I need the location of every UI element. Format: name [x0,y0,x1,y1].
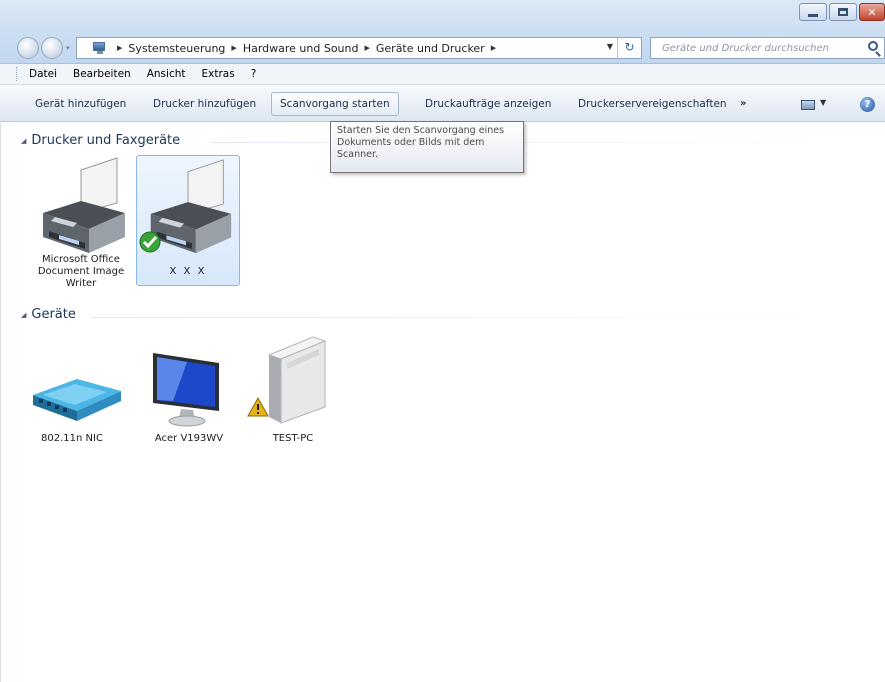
start-scan-button[interactable]: Scanvorgang starten [271,92,399,116]
device-label: TEST-PC [272,433,314,444]
menu-bearbeiten[interactable]: Bearbeiten [70,66,134,82]
maximize-button[interactable] [829,3,857,21]
help-icon[interactable]: ? [860,97,875,112]
print-server-properties-button[interactable]: Druckerservereigenschaften [569,92,736,116]
breadcrumb-item-hardware-und-sound[interactable]: Hardware und Sound [243,42,359,55]
collapse-triangle-icon[interactable]: ◢ [21,311,26,319]
group-header-devices[interactable]: ◢ Geräte [21,307,76,322]
menu-bar: Datei Bearbeiten Ansicht Extras ? [0,64,885,85]
device-list: ◢ Drucker und Faxgeräte Microsoft Office… [0,123,885,682]
menu-datei[interactable]: Datei [26,66,60,82]
menu-extras[interactable]: Extras [199,66,238,82]
search-icon[interactable] [868,41,878,51]
menu-grip [16,67,18,81]
menu-help[interactable]: ? [248,66,260,82]
network-adapter-icon [33,379,121,421]
breadcrumb-arrow-icon[interactable]: ▶ [231,44,236,52]
refresh-icon: ↻ [624,40,635,54]
group-header-printers[interactable]: ◢ Drucker und Faxgeräte [21,133,180,148]
command-bar: Gerät hinzufügen Drucker hinzufügen Scan… [0,86,885,122]
device-label: 802.11n NIC [41,433,103,444]
title-bar: ✕ ▾ ▶ Systemsteuerung ▶ Hardware und Sou… [0,0,885,64]
minimize-icon [808,13,818,17]
control-panel-icon [91,41,111,55]
recent-pages-dropdown[interactable]: ▾ [66,44,70,52]
close-icon: ✕ [867,5,877,19]
breadcrumb-item-geraete-und-drucker[interactable]: Geräte und Drucker [376,42,485,55]
device-item-802-11n-nic[interactable]: 802.11n NIC [17,365,127,445]
close-button[interactable]: ✕ [859,3,885,21]
group-divider [211,142,881,143]
add-printer-button[interactable]: Drucker hinzufügen [144,92,265,116]
forward-button[interactable] [41,37,63,59]
breadcrumb: ▶ Systemsteuerung ▶ Hardware und Sound ▶… [111,42,502,55]
search-input[interactable] [662,42,862,54]
menu-ansicht[interactable]: Ansicht [144,66,189,82]
breadcrumb-arrow-icon[interactable]: ▶ [117,44,122,52]
scan-tooltip: Starten Sie den Scanvorgang eines Dokume… [330,121,524,173]
breadcrumb-arrow-icon[interactable]: ▶ [364,44,369,52]
monitor-icon [153,353,219,427]
device-label: Microsoft Office Document Image Writer [37,254,125,289]
default-printer-check-icon [139,231,161,253]
breadcrumb-item-systemsteuerung[interactable]: Systemsteuerung [128,42,225,55]
device-label: X X X [169,266,207,277]
device-item-ms-office-writer[interactable]: Microsoft Office Document Image Writer [29,155,133,305]
minimize-button[interactable] [799,3,827,21]
device-item-test-pc[interactable]: TEST-PC [241,333,345,448]
device-label: Acer V193WV [154,433,224,444]
device-item-acer-v193wv[interactable]: Acer V193WV [137,347,241,447]
refresh-button[interactable]: ↻ [617,38,641,58]
search-box[interactable] [650,37,885,59]
window-controls: ✕ [797,3,885,21]
breadcrumb-arrow-icon[interactable]: ▶ [491,44,496,52]
device-item-xxx-printer[interactable]: X X X [136,155,240,286]
view-options-dropdown[interactable]: ▼ [820,98,826,107]
back-button[interactable] [17,37,39,59]
maximize-icon [838,8,848,16]
group-title-printers: Drucker und Faxgeräte [31,133,181,148]
collapse-triangle-icon[interactable]: ◢ [21,137,26,145]
more-commands-button[interactable]: » [740,98,746,109]
show-print-jobs-button[interactable]: Druckaufträge anzeigen [416,92,560,116]
warning-icon [247,397,269,417]
address-bar[interactable]: ▶ Systemsteuerung ▶ Hardware und Sound ▶… [76,37,642,59]
printer-icon [43,157,125,253]
address-dropdown[interactable]: ▼ [607,42,613,51]
add-device-button[interactable]: Gerät hinzufügen [26,92,135,116]
group-title-devices: Geräte [31,307,76,322]
group-divider [91,317,881,318]
change-view-icon[interactable] [801,100,815,110]
